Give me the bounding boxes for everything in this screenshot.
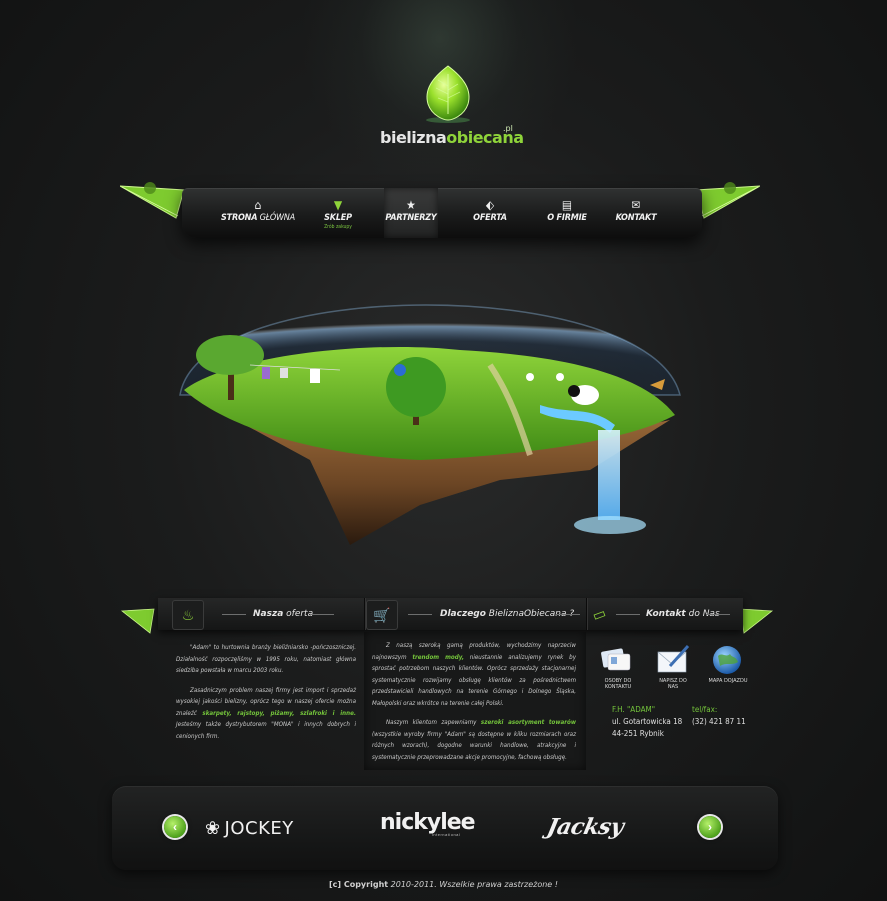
why-p2-text-a: Naszym klientom zapewniamy — [386, 719, 481, 726]
waterfall-splash — [574, 516, 646, 534]
nav-shop-sublabel: Zrób zakupy — [324, 224, 352, 230]
nav-offer-label: OFERTA — [473, 213, 507, 223]
why-paragraph-2: Naszym klientom zapewniamy szeroki asort… — [372, 717, 576, 763]
document-icon: ▤ — [561, 198, 573, 212]
offer-p2-text-b: Jesteśmy także dystrybutorem "MONA" i in… — [176, 721, 356, 740]
offer-title-rest: oferta — [283, 609, 314, 619]
waterfall — [598, 430, 620, 520]
title-dash — [706, 614, 730, 615]
nav-item-home[interactable]: ⌂ STRONA GŁÓWNA — [218, 188, 298, 238]
why-p2-text-b: (wszystkie wyroby firmy "Adam" są dostęp… — [372, 730, 576, 761]
write-letter-icon[interactable] — [656, 644, 690, 676]
offer-column-text: "Adam" to hurtownia branży bieliźniarsko… — [176, 642, 356, 750]
offer-p2-highlight: skarpety, rajstopy, piżamy, szlafroki i … — [202, 709, 356, 717]
star-icon: ★ — [406, 198, 416, 212]
phone-label: tel/fax: — [692, 705, 718, 714]
carousel-prev-button[interactable]: ‹ — [164, 816, 186, 838]
nav-contact-label: KONTAKT — [615, 213, 657, 223]
why-paragraph-1: Z naszą szeroką gamą produktów, wychodzi… — [372, 640, 576, 709]
nav-item-contact[interactable]: ✉ KONTAKT — [596, 188, 676, 238]
nav-partners-label: PARTNERZY — [385, 213, 437, 223]
copyright-rest: 2010-2011. Wszelkie prawa zastrzeżone ! — [388, 880, 558, 889]
logo-text-part-1: bielizna — [380, 128, 447, 147]
write-to-us-label[interactable]: NAPISZ DO NAS — [652, 678, 694, 690]
arrow-left-icon: ‹ — [173, 820, 177, 834]
nav-about-label: O FIRMIE — [547, 213, 587, 223]
contact-title-bold: Kontakt — [646, 609, 686, 619]
company-city: 44-251 Rybnik — [612, 729, 664, 738]
company-name: F.H. "ADAM" — [612, 705, 656, 714]
arrow-right-icon: › — [708, 820, 712, 834]
tag-icon: ⬖ — [485, 198, 495, 212]
contact-persons-label[interactable]: OSOBY DO KONTAKTU — [596, 678, 640, 690]
nav-item-offer[interactable]: ⬖ OFERTA — [450, 188, 530, 238]
carousel-next-button[interactable]: › — [699, 816, 721, 838]
section-title-why: Dlaczego BieliznaObiecana ? — [440, 609, 574, 619]
nickylee-text: nickylee — [380, 810, 476, 835]
leaf-logo-icon[interactable] — [418, 62, 478, 124]
section-title-offer: Nasza oferta — [253, 609, 313, 619]
offer-paragraph-1: "Adam" to hurtownia branży bieliźniarsko… — [176, 644, 356, 674]
offer-title-bold: Nasza — [253, 609, 284, 619]
nav-item-partners[interactable]: ★ PARTNERZY — [384, 188, 438, 238]
shopping-cart-icon: 🛒 — [366, 600, 398, 630]
partner-logo-jockey[interactable]: ❀ JOCKEY — [205, 818, 294, 858]
why-p2-highlight: szeroki asortyment towarów — [480, 719, 576, 726]
title-dash — [408, 614, 432, 615]
left-leaf-wing-decoration — [120, 182, 185, 219]
jacksy-text: Jacksy — [544, 814, 626, 840]
why-p1-highlight: trendom mody, — [412, 653, 464, 661]
partner-logo-nickylee[interactable]: nickylee international — [380, 810, 476, 850]
shirt-icon: ▼ — [333, 198, 343, 212]
company-street: ul. Gotartowicka 18 — [612, 717, 683, 726]
info-bar-right-leaf-decoration — [739, 608, 774, 634]
why-column-text: Z naszą szeroką gamą produktów, wychodzi… — [372, 640, 576, 771]
title-dash — [310, 614, 334, 615]
nav-shop-label: SKLEP — [324, 213, 352, 223]
why-title-bold: Dlaczego — [440, 609, 486, 619]
nav-item-about[interactable]: ▤ O FIRMIE — [527, 188, 607, 238]
contact-persons-label-2: KONTAKTU — [604, 684, 632, 690]
nav-home-label: STRONA — [220, 213, 258, 223]
logo-tld: .pl — [503, 124, 513, 133]
copyright-bold: [c] Copyright — [329, 880, 389, 889]
phone-number: (32) 421 87 11 — [692, 717, 746, 726]
info-bar-left-leaf-decoration — [120, 608, 155, 634]
contact-cards-icon[interactable] — [600, 644, 634, 676]
nav-home-label-rest: GŁÓWNA — [257, 213, 296, 223]
jockey-text: JOCKEY — [224, 818, 294, 839]
home-icon: ⌂ — [254, 198, 262, 212]
footer-copyright: [c] Copyright 2010-2011. Wszelkie prawa … — [0, 880, 887, 889]
globe-icon[interactable] — [710, 644, 744, 676]
floating-island-illustration — [179, 304, 681, 545]
column-separator — [364, 598, 365, 630]
write-to-us-label-2: NAS — [667, 684, 679, 690]
partner-logo-jacksy[interactable]: Jacksy — [542, 814, 626, 854]
jockey-swirl-icon: ❀ — [205, 818, 221, 838]
offer-paragraph-2: Zasadniczym problem naszej firmy jest im… — [176, 685, 356, 743]
envelope-icon: ✉ — [631, 198, 641, 212]
nav-item-shop[interactable]: ▼ SKLEP Zrób zakupy — [298, 188, 378, 238]
title-dash — [556, 614, 580, 615]
why-p1-text-b: nieustannie analizujemy rynek by sprosta… — [372, 653, 577, 707]
lightbulb-icon: ♨ — [172, 600, 204, 630]
directions-map-label[interactable]: MAPA DOJAZDU — [704, 678, 752, 684]
title-dash — [616, 614, 640, 615]
title-dash — [222, 614, 246, 615]
